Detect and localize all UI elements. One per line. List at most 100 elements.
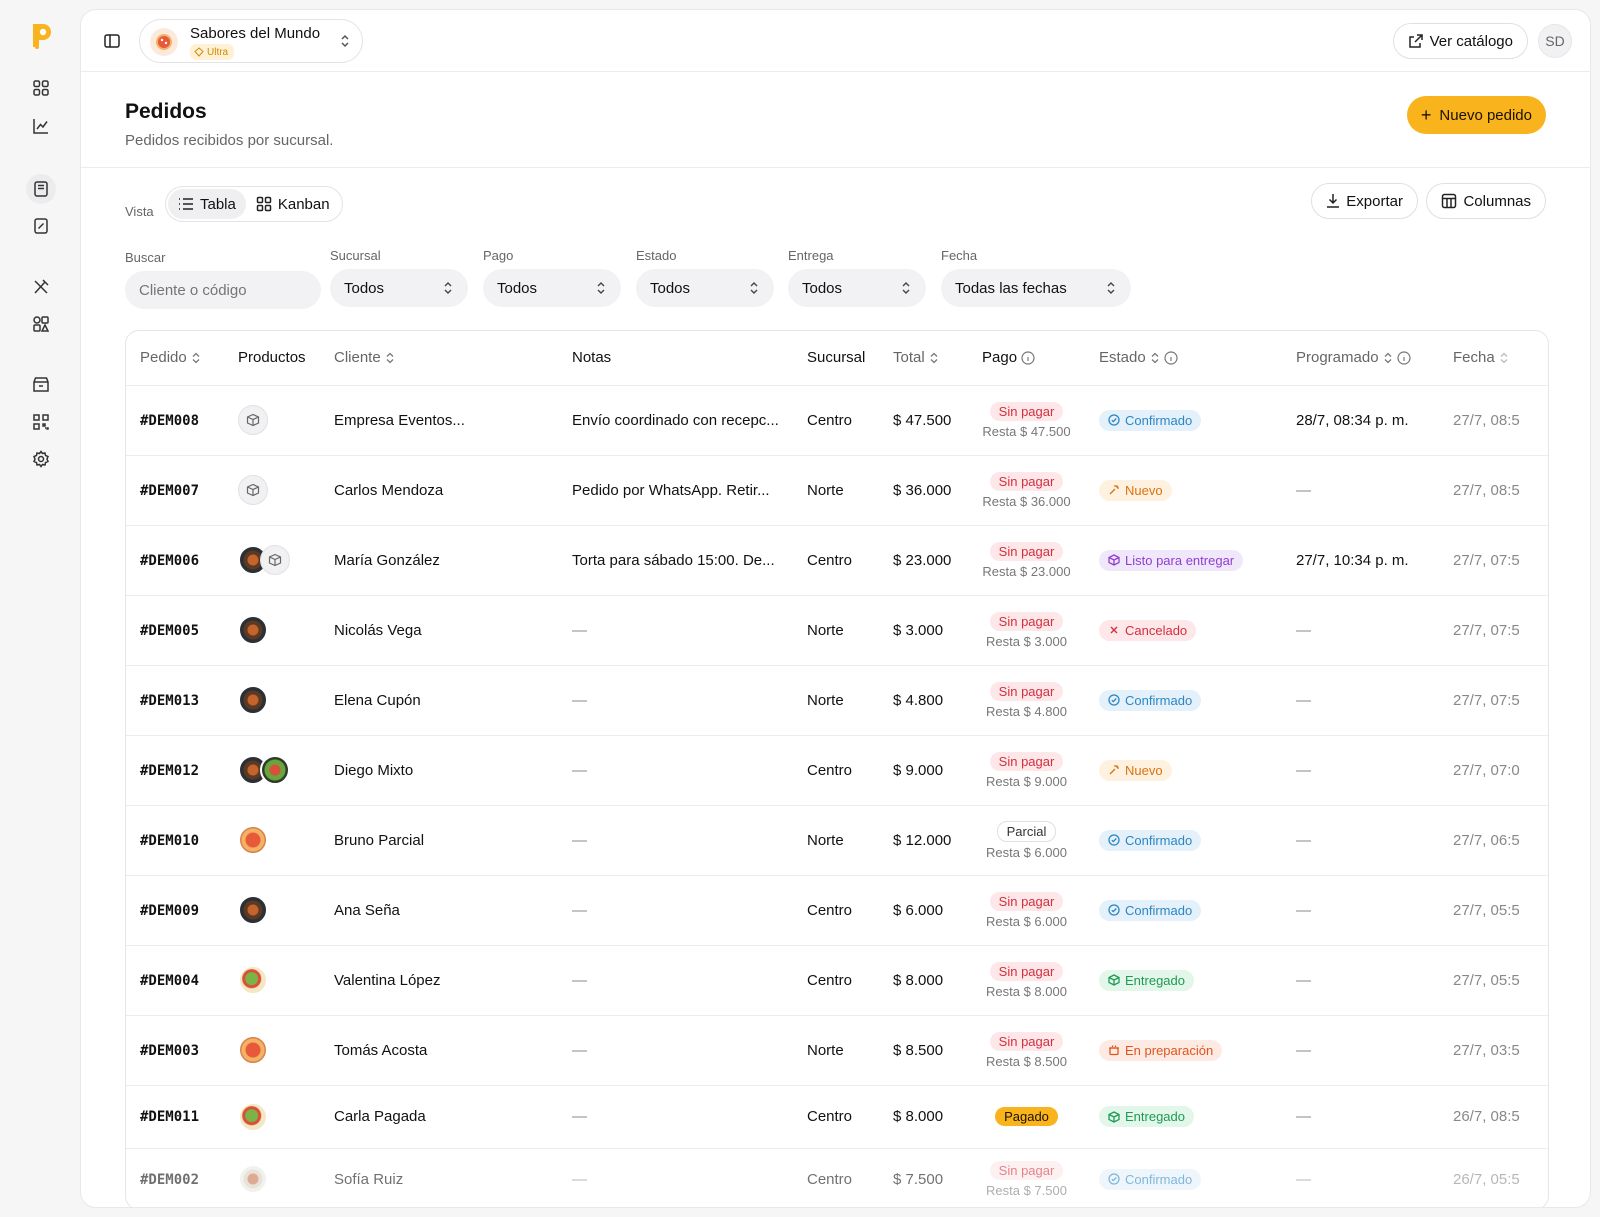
view-table-button[interactable]: Tabla [168,189,246,219]
qr-icon[interactable] [26,407,56,437]
col-date[interactable]: Fecha [1439,331,1548,386]
order-status: Nuevo [1085,455,1282,526]
receipt-icon[interactable] [26,211,56,241]
total-text: $ 47.500 [893,411,952,429]
col-status[interactable]: Estado [1085,331,1282,386]
table-row[interactable]: #DEM004 Valentina López — Centro $ 8.000… [126,945,1548,1016]
order-status: Confirmado [1085,665,1282,736]
sort-icon [1500,352,1508,364]
columns-button[interactable]: Columnas [1426,183,1546,219]
table-row[interactable]: #DEM010 Bruno Parcial — Norte $ 12.000 P… [126,805,1548,876]
order-code[interactable]: #DEM009 [126,875,224,946]
table-row[interactable]: #DEM008 Empresa Eventos... Envío coordin… [126,385,1548,456]
order-notes: Envío coordinado con recepc... [558,385,793,456]
payment-badge: Sin pagar [989,611,1064,631]
col-order[interactable]: Pedido [126,331,224,386]
info-icon[interactable] [1396,351,1411,365]
products-icon[interactable] [26,309,56,339]
settings-icon[interactable] [26,444,56,474]
col-scheduled[interactable]: Programado [1282,331,1439,386]
info-icon[interactable] [1021,351,1035,365]
status-text: Entregado [1125,1109,1185,1124]
order-date: 27/7, 06:5 [1439,805,1548,876]
table-row[interactable]: #DEM012 Diego Mixto — Centro $ 9.000 Sin… [126,735,1548,806]
status-badge[interactable]: Confirmado [1099,689,1202,711]
sidebar-toggle-icon[interactable] [103,32,121,55]
order-status: Nuevo [1085,735,1282,806]
view-kanban-button[interactable]: Kanban [246,189,340,219]
order-code[interactable]: #DEM004 [126,945,224,1016]
info-icon[interactable] [1164,351,1178,365]
payment-filter-select[interactable]: Todos [483,269,621,307]
status-filter-select[interactable]: Todos [636,269,774,307]
product-thumbnail [238,825,268,855]
status-badge[interactable]: Nuevo [1099,759,1172,781]
notes-text: — [572,761,587,779]
branch-text: Norte [807,621,844,639]
order-code[interactable]: #DEM003 [126,1015,224,1086]
app-logo-icon[interactable] [30,22,52,50]
branch-text: Centro [807,1170,853,1188]
table-row[interactable]: #DEM003 Tomás Acosta — Norte $ 8.500 Sin… [126,1015,1548,1086]
col-client[interactable]: Cliente [320,331,558,386]
table-row[interactable]: #DEM009 Ana Seña — Centro $ 6.000 Sin pa… [126,875,1548,946]
table-row[interactable]: #DEM011 Carla Pagada — Centro $ 8.000 Pa… [126,1085,1548,1149]
order-date: 26/7, 08:5 [1439,1085,1548,1149]
export-button[interactable]: Exportar [1311,183,1418,219]
order-code[interactable]: #DEM012 [126,735,224,806]
status-badge[interactable]: Confirmado [1099,1168,1202,1190]
col-total[interactable]: Total [879,331,968,386]
orders-icon[interactable] [26,174,56,204]
view-catalog-button[interactable]: Ver catálogo [1392,23,1528,59]
status-badge[interactable]: Entregado [1099,1106,1194,1127]
order-code[interactable]: #DEM006 [126,525,224,596]
scheduled-text: — [1296,691,1311,709]
new-order-button[interactable]: + Nuevo pedido [1406,96,1546,134]
date-filter-select[interactable]: Todas las fechas [941,269,1131,307]
user-avatar[interactable]: SD [1538,24,1572,58]
order-code[interactable]: #DEM011 [126,1085,224,1149]
table-row[interactable]: #DEM002 Sofía Ruiz — Centro $ 7.500 Sin … [126,1148,1548,1207]
table-row[interactable]: #DEM005 Nicolás Vega — Norte $ 3.000 Sin… [126,595,1548,666]
scheduled-text: — [1296,481,1311,499]
branch-text: Centro [807,551,853,569]
order-code[interactable]: #DEM005 [126,595,224,666]
store-icon[interactable] [26,370,56,400]
analytics-icon[interactable] [26,111,56,141]
status-badge[interactable]: Nuevo [1099,479,1172,501]
order-code[interactable]: #DEM007 [126,455,224,526]
delivery-filter-select[interactable]: Todos [788,269,926,307]
status-badge[interactable]: En preparación [1099,1039,1223,1061]
table-row[interactable]: #DEM007 Carlos Mendoza Pedido por WhatsA… [126,455,1548,526]
col-branch: Sucursal [793,331,879,386]
order-products [224,805,320,876]
dashboard-icon[interactable] [26,73,56,103]
status-badge[interactable]: Confirmado [1099,829,1202,851]
date-text: 27/7, 06:5 [1453,831,1520,849]
status-badge[interactable]: Cancelado [1099,619,1197,641]
order-code[interactable]: #DEM010 [126,805,224,876]
status-text: Nuevo [1125,762,1163,778]
order-code[interactable]: #DEM008 [126,385,224,456]
view-kanban-label: Kanban [277,195,330,213]
search-input[interactable] [125,271,321,309]
status-badge[interactable]: Confirmado [1099,899,1202,921]
order-payment: Sin pagar Resta $ 4.800 [968,665,1085,736]
order-scheduled: 27/7, 10:34 p. m. [1282,525,1439,596]
branch-filter-select[interactable]: Todos [330,269,468,307]
branch-text: Centro [807,901,853,919]
order-code[interactable]: #DEM013 [126,665,224,736]
topbar: Sabores del Mundo Ultra Ver catálogo SD [81,10,1590,72]
status-badge[interactable]: Confirmado [1099,409,1202,431]
order-total: $ 8.000 [879,1085,968,1149]
utensils-icon[interactable] [26,272,56,302]
branch-text: Norte [807,831,844,849]
status-badge[interactable]: Listo para entregar [1099,549,1244,571]
order-date: 26/7, 05:5 [1439,1148,1548,1207]
payment-badge: Parcial [996,820,1057,842]
table-row[interactable]: #DEM006 María González Torta para sábado… [126,525,1548,596]
store-switcher[interactable]: Sabores del Mundo Ultra [139,19,363,63]
table-row[interactable]: #DEM013 Elena Cupón — Norte $ 4.800 Sin … [126,665,1548,736]
order-code[interactable]: #DEM002 [126,1148,224,1207]
status-badge[interactable]: Entregado [1099,969,1194,991]
